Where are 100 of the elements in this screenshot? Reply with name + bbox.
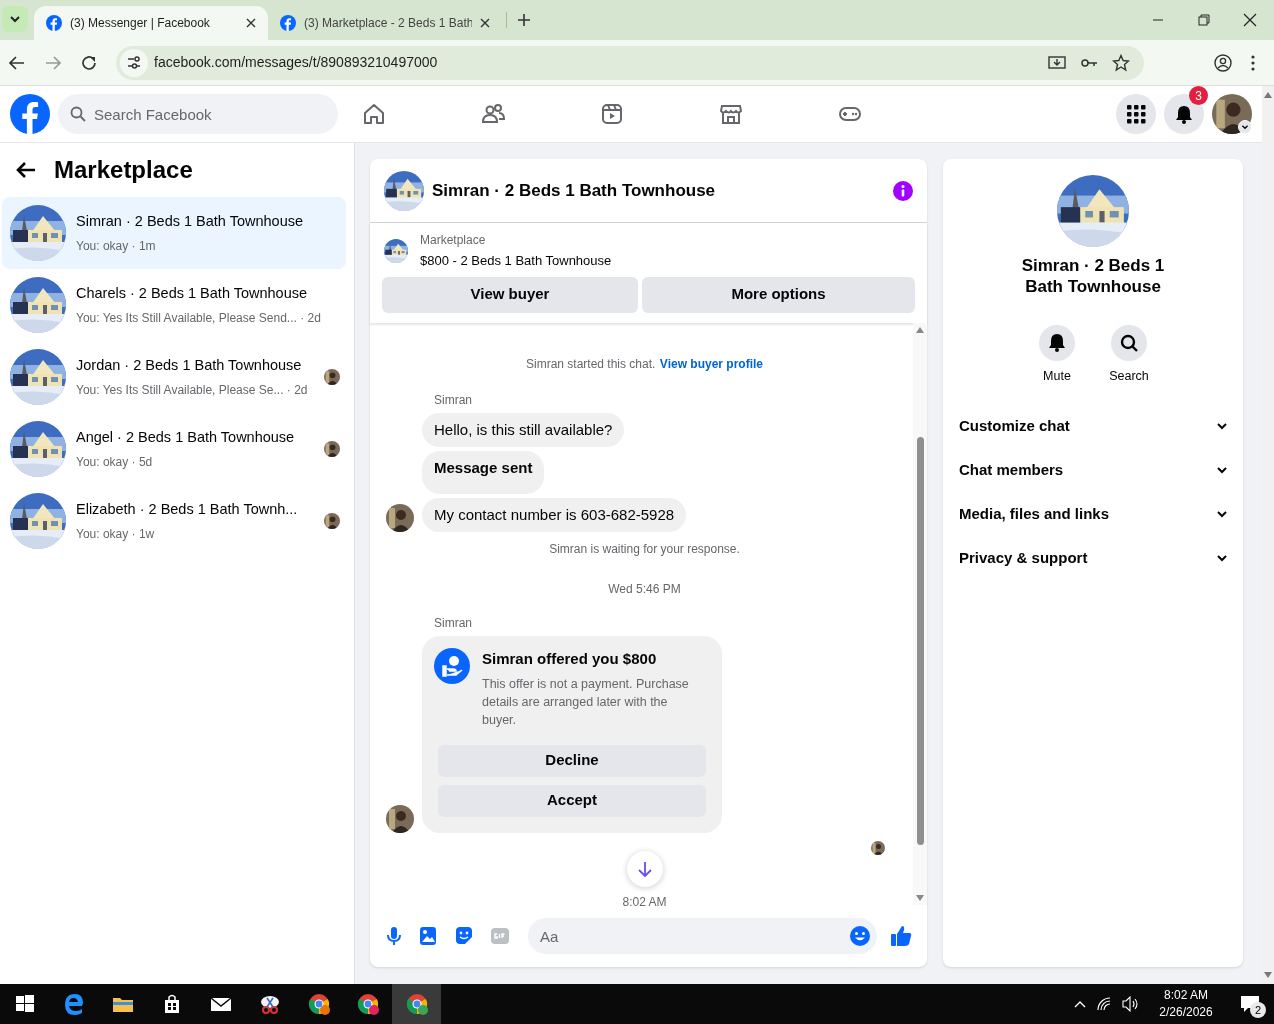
tab-title: (3) Messenger | Facebook	[70, 15, 211, 32]
chevron-down-icon	[1217, 553, 1227, 562]
wifi-icon[interactable]	[1096, 996, 1112, 1012]
clock-time[interactable]: 8:02 AM	[1164, 987, 1208, 1004]
seen-avatar	[324, 441, 340, 457]
message-preview: You: okay · 1m	[76, 237, 157, 255]
search-icon[interactable]	[1111, 325, 1147, 361]
reload-icon[interactable]	[80, 53, 98, 72]
message-preview: You: Yes Its Still Available, Please Send... · 2d	[76, 309, 322, 327]
url-text: facebook.com/messages/t/890893210497000	[154, 53, 439, 72]
caret-icon[interactable]	[1238, 120, 1252, 134]
restore-icon[interactable]	[1196, 12, 1212, 28]
details-section[interactable]: Customize chat	[951, 403, 1235, 448]
sidebar-title: Marketplace	[54, 155, 193, 185]
close-icon[interactable]	[1242, 12, 1258, 28]
address-bar[interactable]: facebook.com/messages/t/890893210497000	[116, 45, 1144, 80]
details-title: Simran · 2 Beds 1 Bath Townhouse	[1020, 255, 1166, 297]
view-buyer-button[interactable]: View buyer	[382, 276, 638, 313]
chevron-down-icon	[1217, 465, 1227, 474]
people-icon[interactable]	[481, 102, 505, 126]
scrollbar-thumb[interactable]	[916, 436, 924, 845]
accept-button[interactable]: Accept	[438, 784, 706, 817]
microphone-icon[interactable]	[384, 926, 404, 946]
tab-list-icon[interactable]	[2, 6, 28, 32]
listing-label: Marketplace	[420, 232, 487, 249]
view-buyer-profile-link[interactable]: View buyer profile	[659, 356, 763, 371]
timestamp: 8:02 AM	[622, 894, 667, 909]
home-icon[interactable]	[362, 102, 386, 126]
message-preview: You: okay · 1w	[76, 525, 156, 543]
page-scroll-up-icon[interactable]	[1264, 92, 1272, 98]
store-icon[interactable]	[719, 102, 743, 126]
timestamp: Wed 5:46 PM	[608, 582, 681, 596]
close-icon[interactable]	[246, 18, 256, 28]
sender-name: Simran	[434, 391, 473, 409]
system-message: Simran is waiting for your response.	[549, 542, 740, 556]
bell-icon	[1174, 104, 1194, 124]
new-tab-icon[interactable]	[517, 13, 531, 27]
conversation-title: Simran · 2 Beds 1 Bath Townhouse	[76, 212, 305, 232]
apps-menu-button[interactable]	[1116, 94, 1156, 134]
speaker-icon[interactable]	[1122, 996, 1140, 1012]
close-icon[interactable]	[480, 18, 490, 28]
browser-tab[interactable]: (3) Messenger | Facebook	[34, 6, 268, 40]
facebook-icon	[46, 15, 62, 31]
chrome-icon[interactable]	[355, 992, 380, 1016]
clock-date[interactable]: 2/26/2026	[1159, 1004, 1213, 1021]
seen-avatar	[324, 513, 340, 529]
profile-icon[interactable]	[1214, 53, 1232, 72]
forward-icon	[44, 53, 62, 72]
message-input[interactable]: Aa	[528, 918, 877, 954]
conversation-title: Jordan · 2 Beds 1 Bath Townhouse	[76, 356, 303, 376]
system-message: Simran started this chat.	[526, 356, 656, 371]
grid-icon	[1126, 104, 1146, 124]
emoji-icon[interactable]	[849, 925, 871, 947]
conversation-item[interactable]: Simran · 2 Beds 1 Bath Townhouse You: okay · 1m	[2, 197, 346, 269]
seen-avatar	[324, 369, 340, 385]
notification-count: 2	[1250, 1002, 1266, 1018]
conversation-title: Angel · 2 Beds 1 Bath Townhouse	[76, 428, 296, 448]
browser-tab[interactable]: (3) Marketplace - 2 Beds 1 Bath	[268, 6, 502, 40]
video-icon[interactable]	[600, 102, 624, 126]
scroll-down-icon[interactable]	[916, 895, 924, 901]
more-options-button[interactable]: More options	[642, 276, 915, 313]
action-label: Search	[1109, 368, 1149, 385]
facebook-icon	[280, 15, 296, 31]
thumbs-up-icon[interactable]	[889, 924, 913, 948]
action-label: Mute	[1043, 368, 1071, 385]
details-section[interactable]: Privacy & support	[951, 535, 1235, 580]
search-icon	[70, 106, 86, 122]
details-section[interactable]: Media, files and links	[951, 491, 1235, 536]
chevron-down-icon	[1217, 421, 1227, 430]
back-arrow-icon[interactable]	[16, 161, 36, 179]
sender-name: Simran	[434, 615, 473, 632]
site-settings-icon[interactable]	[120, 48, 148, 77]
facebook-logo[interactable]	[10, 94, 50, 134]
chrome-icon[interactable]	[306, 992, 331, 1016]
install-app-icon[interactable]	[1048, 53, 1066, 72]
scroll-down-button[interactable]	[626, 850, 663, 887]
message-preview: You: Yes Its Still Available, Please Se... · 2d	[76, 381, 309, 399]
decline-button[interactable]: Decline	[438, 744, 706, 777]
conversation-title: Elizabeth · 2 Beds 1 Bath Townh...	[76, 500, 299, 520]
details-section[interactable]: Chat members	[951, 447, 1235, 492]
seen-avatar	[871, 840, 885, 855]
profile-avatar	[1212, 94, 1252, 134]
info-icon[interactable]	[893, 180, 913, 201]
message-bubble: Hello, is this still available?	[422, 412, 625, 447]
down-arrow-icon	[637, 860, 652, 877]
scroll-up-icon[interactable]	[916, 326, 924, 333]
chrome-icon[interactable]	[404, 992, 429, 1016]
bell-icon[interactable]	[1039, 325, 1075, 361]
menu-icon[interactable]	[1250, 53, 1256, 72]
chevron-up-icon[interactable]	[1074, 1000, 1086, 1008]
conversation-title: Charels · 2 Beds 1 Bath Townhouse	[76, 284, 309, 304]
chat-title[interactable]: Simran · 2 Beds 1 Bath Townhouse	[432, 177, 885, 204]
message-bubble: My contact number is 603-682-5928	[422, 497, 687, 532]
search-field[interactable]: Search Facebook	[58, 94, 338, 134]
back-icon[interactable]	[8, 53, 26, 72]
notification-badge: 3	[1189, 86, 1208, 105]
page-scroll-down-icon[interactable]	[1264, 972, 1272, 978]
message-sent-notice: Message sent	[422, 451, 545, 494]
tab-title: (3) Marketplace - 2 Beds 1 Bath	[304, 15, 472, 32]
bookmark-star-icon[interactable]	[1112, 53, 1130, 72]
